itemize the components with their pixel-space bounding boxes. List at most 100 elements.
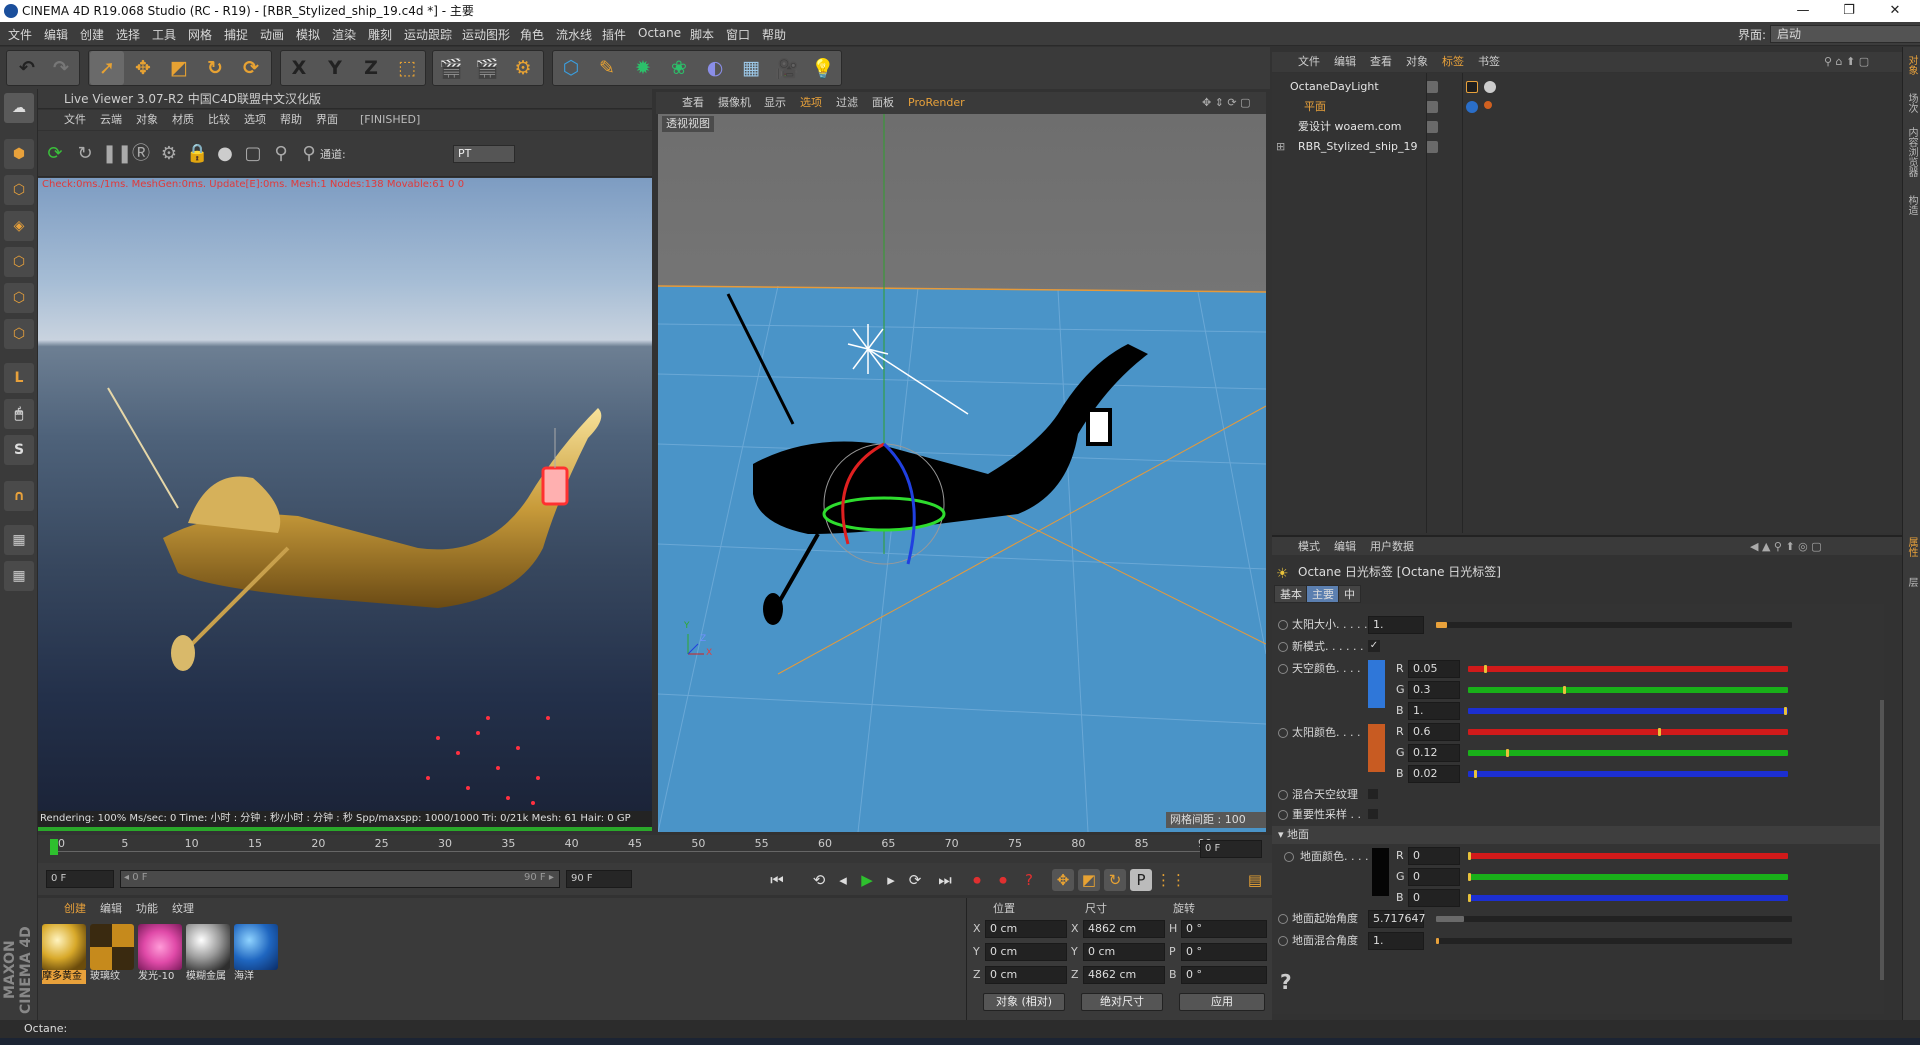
expand-icon[interactable]: ⊞ — [1276, 137, 1285, 157]
vp-menu-display[interactable]: 显示 — [764, 92, 786, 114]
coordinate-mode-dropdown[interactable]: 对象 (相对) — [983, 993, 1065, 1011]
material-label[interactable]: 玻璃纹 — [90, 970, 134, 984]
menu-animate[interactable]: 动画 — [260, 26, 284, 43]
vp-menu-filter[interactable]: 过滤 — [836, 92, 858, 114]
key-parameter-icon[interactable]: P — [1130, 869, 1152, 891]
visibility-icon[interactable] — [1426, 81, 1438, 93]
minimize-button[interactable]: — — [1780, 0, 1826, 22]
menu-simulate[interactable]: 模拟 — [296, 26, 320, 43]
menu-sculpt[interactable]: 雕刻 — [368, 26, 392, 43]
channel-value-field[interactable]: 0 — [1408, 847, 1460, 865]
attr-menu-mode[interactable]: 模式 — [1298, 537, 1320, 557]
menu-mesh[interactable]: 网格 — [188, 26, 212, 43]
render-view-icon[interactable]: 🎬 — [434, 51, 468, 85]
object-row[interactable]: 爱设计 woaem.com — [1272, 117, 1902, 137]
axis-x-lock[interactable]: X — [282, 51, 316, 85]
om-menu-objects[interactable]: 对象 — [1406, 52, 1428, 72]
channel-slider[interactable] — [1468, 771, 1788, 777]
play-icon[interactable]: ▶ — [856, 869, 878, 891]
channel-slider-knob[interactable] — [1563, 686, 1566, 694]
channel-value-field[interactable]: 0.12 — [1408, 744, 1460, 762]
channel-value-field[interactable]: 0.3 — [1408, 681, 1460, 699]
move-icon[interactable]: ✥ — [126, 51, 160, 85]
locked-workplane-icon[interactable]: ▦ — [4, 561, 34, 591]
menu-select[interactable]: 选择 — [116, 26, 140, 43]
recent-tool-icon[interactable]: ⟳ — [234, 51, 268, 85]
key-scale-icon[interactable]: ◩ — [1078, 869, 1100, 891]
lock-icon[interactable]: 🔒 — [186, 143, 208, 165]
redo-icon[interactable]: ↷ — [44, 51, 78, 85]
sun-size-field[interactable]: 1. — [1368, 616, 1424, 634]
channel-slider-knob[interactable] — [1658, 728, 1661, 736]
channel-select[interactable]: PT — [453, 145, 515, 163]
current-frame-field[interactable]: 0 F — [1200, 840, 1262, 858]
tab-takes[interactable]: 场次 — [1905, 93, 1919, 113]
ocean-tag-icon[interactable] — [1484, 101, 1492, 109]
mix-sky-checkbox[interactable] — [1368, 789, 1378, 799]
material-swatch[interactable]: 玻璃纹 — [90, 924, 134, 986]
lv-menu-cloud[interactable]: 云端 — [100, 110, 122, 130]
axis-z-lock[interactable]: Z — [354, 51, 388, 85]
menu-help[interactable]: 帮助 — [762, 26, 786, 43]
tab-layers[interactable]: 层 — [1905, 577, 1919, 587]
material-preview[interactable] — [234, 924, 278, 970]
mat-menu-texture[interactable]: 纹理 — [172, 900, 194, 916]
vp-menu-options[interactable]: 选项 — [800, 92, 822, 114]
channel-slider[interactable] — [1468, 666, 1788, 672]
tab-content-browser[interactable]: 内容浏览器 — [1905, 127, 1919, 177]
next-frame-icon[interactable]: ▸ — [880, 869, 902, 891]
snap-icon[interactable]: S — [4, 435, 34, 465]
go-to-start-icon[interactable]: ⏮ — [766, 869, 788, 891]
attr-menu-user-data[interactable]: 用户数据 — [1370, 537, 1414, 557]
camera-icon[interactable]: 🎥 — [770, 51, 804, 85]
om-menu-file[interactable]: 文件 — [1298, 52, 1320, 72]
menu-render[interactable]: 渲染 — [332, 26, 356, 43]
perspective-viewport[interactable]: Y Z X 透视视图 网格间距 : 100 cm — [658, 114, 1266, 832]
lv-menu-interface[interactable]: 界面 — [316, 110, 338, 130]
model-mode-icon[interactable]: ⬡ — [4, 175, 34, 205]
new-mode-checkbox[interactable]: ✓ — [1368, 640, 1380, 652]
attr-nav-icons[interactable]: ◀ ▲ ⚲ ⬆ ◎ ▢ — [1750, 537, 1822, 557]
object-name[interactable]: 平面 — [1304, 97, 1326, 117]
material-preview[interactable] — [90, 924, 134, 970]
material-label[interactable]: 摩多黄金 — [42, 970, 86, 984]
material-label[interactable]: 发光-10 — [138, 970, 182, 984]
object-row[interactable]: OctaneDayLight — [1272, 77, 1902, 97]
visibility-icon[interactable] — [1426, 141, 1438, 153]
pick-material-icon[interactable]: ⚲ — [298, 143, 320, 165]
om-menu-bookmarks[interactable]: 书签 — [1478, 52, 1500, 72]
scale-icon[interactable]: ◩ — [162, 51, 196, 85]
help-icon[interactable]: ? — [1280, 970, 1292, 994]
menu-script[interactable]: 脚本 — [690, 26, 714, 43]
coordinate-system-icon[interactable]: ⬚ — [390, 51, 424, 85]
render-settings-icon[interactable]: ⚙ — [506, 51, 540, 85]
om-menu-edit[interactable]: 编辑 — [1334, 52, 1356, 72]
ground-start-angle-slider[interactable] — [1436, 916, 1792, 922]
object-manager-tag-divider[interactable] — [1462, 73, 1463, 533]
sun-size-slider[interactable] — [1436, 622, 1792, 628]
material-tag-icon[interactable] — [1466, 101, 1478, 113]
axis-y-lock[interactable]: Y — [318, 51, 352, 85]
importance-sampling-checkbox[interactable] — [1368, 809, 1378, 819]
tweak-mode-icon[interactable]: 🖱 — [4, 399, 34, 429]
position-y-field[interactable]: 0 cm — [985, 943, 1067, 961]
send-scene-icon[interactable]: ⟳ — [44, 143, 66, 165]
settings-gear-icon[interactable]: ⚙ — [158, 143, 180, 165]
menu-plugins[interactable]: 插件 — [602, 26, 626, 43]
material-preview[interactable] — [42, 924, 86, 970]
timeline-icon[interactable]: ▤ — [1244, 869, 1266, 891]
polygons-mode-icon[interactable]: ⬡ — [4, 319, 34, 349]
next-key-icon[interactable]: ⟳ — [904, 869, 926, 891]
size-mode-dropdown[interactable]: 绝对尺寸 — [1081, 993, 1163, 1011]
menu-mograph[interactable]: 运动图形 — [462, 26, 510, 43]
material-preview[interactable] — [138, 924, 182, 970]
anim-dot[interactable] — [1278, 642, 1288, 652]
material-swatch[interactable]: 摩多黄金 — [42, 924, 86, 986]
keyframe-selection-icon[interactable]: ? — [1018, 869, 1040, 891]
position-x-field[interactable]: 0 cm — [985, 920, 1067, 938]
cloner-icon[interactable]: ❀ — [662, 51, 696, 85]
go-to-end-icon[interactable]: ⏭ — [934, 869, 956, 891]
axis-mode-icon[interactable]: L — [4, 363, 34, 393]
tab-objects[interactable]: 对象 — [1905, 55, 1919, 75]
menu-snap[interactable]: 捕捉 — [224, 26, 248, 43]
